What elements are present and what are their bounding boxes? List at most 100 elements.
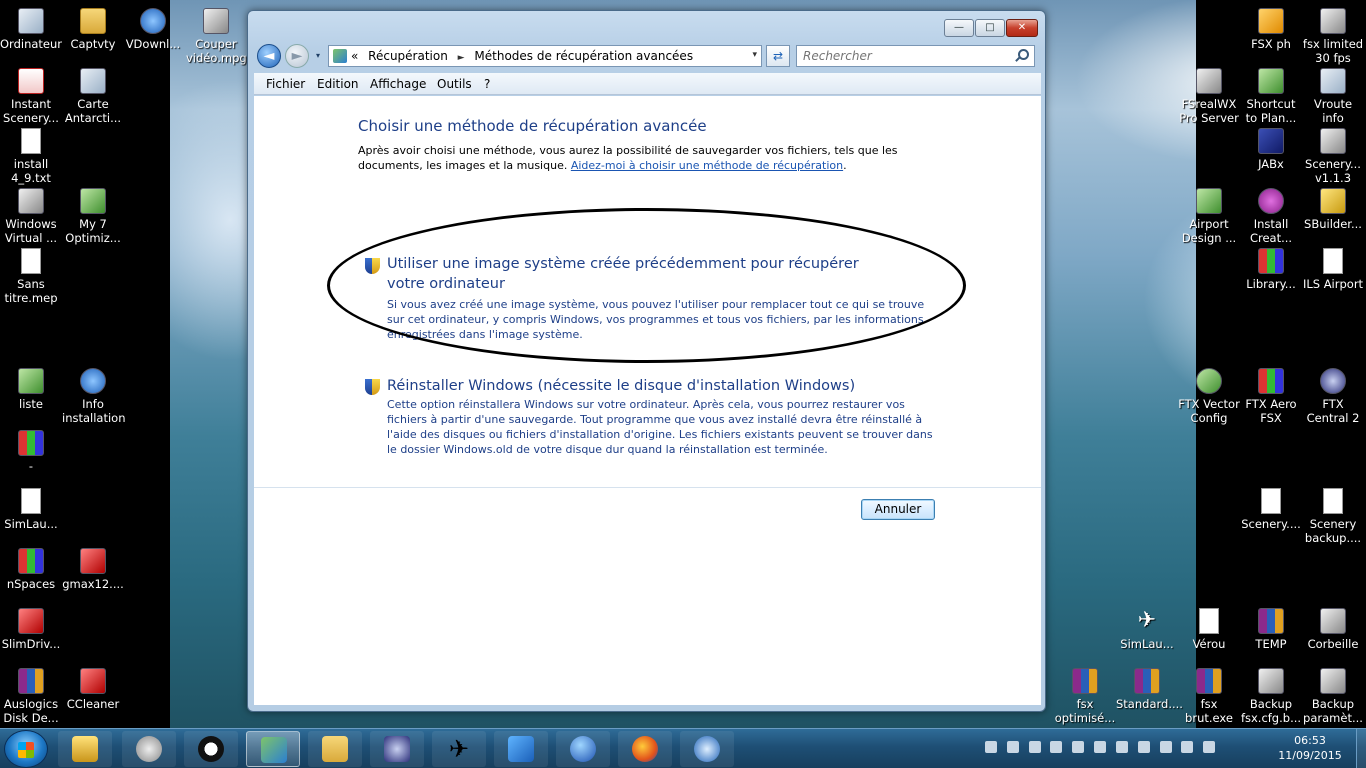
- taskbar-item-firefox[interactable]: [618, 731, 672, 767]
- menu-fichier[interactable]: Fichier: [266, 77, 305, 91]
- desktop-icon-ftx-aero[interactable]: FTX Aero FSX: [1240, 368, 1302, 425]
- address-bar[interactable]: « Récupération ► Méthodes de récupératio…: [328, 45, 762, 67]
- desktop-icon-dash[interactable]: -: [0, 430, 62, 473]
- planner-icon: [1258, 68, 1284, 94]
- desktop-icon-fsx-limited[interactable]: fsx limited 30 fps: [1302, 8, 1364, 65]
- back-button[interactable]: ◄: [257, 44, 281, 68]
- tray-media-icon[interactable]: [985, 741, 997, 753]
- menu-help[interactable]: ?: [484, 77, 490, 91]
- taskbar-item-fsx[interactable]: [494, 731, 548, 767]
- desktop-icon-ccleaner[interactable]: CCleaner: [62, 668, 124, 711]
- taskbar-item-ftx-central[interactable]: [370, 731, 424, 767]
- help-link[interactable]: Aidez-moi à choisir une méthode de récup…: [571, 159, 843, 172]
- desktop-icon-library[interactable]: Library...: [1240, 248, 1302, 291]
- taskbar-item-browser[interactable]: [680, 731, 734, 767]
- breadcrumb-methodes-avancees[interactable]: Méthodes de récupération avancées: [474, 49, 693, 63]
- desktop-icon-sbuilder[interactable]: SBuilder...: [1302, 188, 1364, 231]
- desktop-icon-jabx[interactable]: JABx: [1240, 128, 1302, 171]
- navigation-bar: ◄ ► ▾ « Récupération ► Méthodes de récup…: [254, 42, 1041, 70]
- winrar-icon: [1072, 668, 1098, 694]
- desktop-icon-vdownloader[interactable]: VDownl...: [124, 8, 182, 51]
- desktop-icon-captvty[interactable]: Captvty: [62, 8, 124, 51]
- tray-network-icon[interactable]: [1181, 741, 1194, 753]
- taskbar-item-lock[interactable]: [58, 731, 112, 767]
- breadcrumb-separator-icon[interactable]: ►: [458, 53, 465, 63]
- desktop-icon-instant-scenery[interactable]: Instant Scenery...: [0, 68, 62, 125]
- start-button[interactable]: [4, 730, 48, 768]
- taskbar-item-explorer[interactable]: [308, 731, 362, 767]
- taskbar-item-media-player[interactable]: [184, 731, 238, 767]
- breadcrumb-overflow[interactable]: «: [351, 49, 358, 63]
- taskbar-item-google-earth[interactable]: [556, 731, 610, 767]
- desktop-icon-info-installation[interactable]: Info installation: [62, 368, 126, 425]
- desktop-icon-ils-airport[interactable]: ILS Airport: [1302, 248, 1364, 291]
- winrar-icon: [1196, 668, 1222, 694]
- tray-update-icon[interactable]: [1072, 741, 1085, 753]
- tray-check-icon[interactable]: [1050, 741, 1063, 753]
- search-icon[interactable]: [1018, 49, 1029, 60]
- desktop-icon-couper-video[interactable]: Couper vidéo.mpg: [186, 8, 247, 65]
- desktop-icon-gmax[interactable]: gmax12....: [62, 548, 124, 591]
- desktop-icon-fsx-ph[interactable]: FSX ph: [1240, 8, 1302, 51]
- taskbar-clock[interactable]: 06:53 11/09/2015: [1275, 733, 1345, 763]
- refresh-button[interactable]: ⇄: [766, 45, 790, 67]
- desktop-icon-install-txt[interactable]: install 4_9.txt: [0, 128, 62, 185]
- desktop-icon-temp[interactable]: TEMP: [1240, 608, 1302, 651]
- desktop-icon-my7-optimizer[interactable]: My 7 Optimiz...: [62, 188, 124, 245]
- taskbar-item-plane[interactable]: ✈: [432, 731, 486, 767]
- desktop-icon-simlauncher[interactable]: SimLau...: [0, 488, 62, 531]
- control-panel-icon: [333, 49, 347, 63]
- tray-security-icon[interactable]: [1094, 741, 1107, 753]
- desktop-icon-scenery-backup[interactable]: Scenery backup....: [1302, 488, 1364, 545]
- desktop-icon-airport-design[interactable]: Airport Design ...: [1178, 188, 1240, 245]
- desktop-icon-scenery[interactable]: Scenery....: [1240, 488, 1302, 531]
- desktop-icon-ftx-central[interactable]: FTX Central 2: [1302, 368, 1364, 425]
- menu-outils[interactable]: Outils: [437, 77, 472, 91]
- taskbar-item-control-panel[interactable]: [246, 731, 300, 767]
- tray-device-icon[interactable]: [1159, 741, 1172, 753]
- taskbar-item-backup[interactable]: [122, 731, 176, 767]
- tray-antivirus-icon[interactable]: [1115, 741, 1128, 753]
- desktop-icon-nspaces[interactable]: nSpaces: [0, 548, 62, 591]
- desktop-icon-fsx-brut[interactable]: fsx brut.exe: [1178, 668, 1240, 725]
- menu-affichage[interactable]: Affichage: [370, 77, 426, 91]
- desktop-icon-windows-virtual[interactable]: Windows Virtual ...: [0, 188, 62, 245]
- desktop-icon-ftx-vector[interactable]: FTX Vector Config: [1178, 368, 1240, 425]
- address-dropdown-icon[interactable]: ▾: [752, 50, 757, 60]
- desktop-icon-fsrealwx[interactable]: FSrealWX Pro Server: [1178, 68, 1240, 125]
- desktop-icon-standard[interactable]: Standard....: [1116, 668, 1183, 711]
- forward-button[interactable]: ►: [285, 44, 309, 68]
- tray-disc-icon[interactable]: [1006, 741, 1019, 753]
- desktop-icon-ordinateur[interactable]: Ordinateur: [0, 8, 62, 51]
- desktop-icon-sans-titre[interactable]: Sans titre.mep: [0, 248, 62, 305]
- desktop-icon-liste[interactable]: liste: [0, 368, 62, 411]
- tray-app-icon[interactable]: [1028, 741, 1041, 753]
- desktop-icon-verou[interactable]: Vérou: [1178, 608, 1240, 651]
- minimize-button[interactable]: —: [944, 19, 974, 37]
- desktop-icon-fsx-optimise[interactable]: fsx optimisé...: [1054, 668, 1116, 725]
- desktop-icon-plan[interactable]: Shortcut to Plan...: [1240, 68, 1302, 125]
- desktop-icon-vroute[interactable]: Vroute info: [1302, 68, 1364, 125]
- breadcrumb-recuperation[interactable]: Récupération: [368, 49, 448, 63]
- desktop-icon-slimdrivers[interactable]: SlimDriv...: [0, 608, 62, 651]
- cancel-button[interactable]: Annuler: [861, 499, 935, 520]
- desktop-icon-carte-antarctique[interactable]: Carte Antarcti...: [62, 68, 124, 125]
- option-reinstall-windows-description: Cette option réinstallera Windows sur vo…: [387, 398, 933, 456]
- desktop-icon-backup-fsxcfg[interactable]: Backup fsx.cfg.b...: [1240, 668, 1302, 725]
- menu-edition[interactable]: Edition: [317, 77, 359, 91]
- maximize-button[interactable]: □: [975, 19, 1005, 37]
- recent-pages-dropdown[interactable]: ▾: [312, 50, 324, 62]
- show-desktop-button[interactable]: [1356, 729, 1366, 768]
- desktop-icon-scenery-v113[interactable]: Scenery... v1.1.3: [1302, 128, 1364, 185]
- desktop-icon-auslogics[interactable]: Auslogics Disk De...: [0, 668, 62, 725]
- desktop-icon-backup-parametres[interactable]: Backup paramèt...: [1302, 668, 1364, 725]
- option-reinstall-windows-title[interactable]: Réinstaller Windows (nécessite le disque…: [387, 376, 947, 396]
- desktop-icon-corbeille[interactable]: Corbeille: [1302, 608, 1364, 651]
- close-button[interactable]: ✕: [1006, 19, 1038, 37]
- search-input[interactable]: [796, 45, 1035, 67]
- desktop-icon-simlauncher-right[interactable]: ✈ SimLau...: [1116, 608, 1178, 651]
- tray-volume-icon[interactable]: [1203, 741, 1216, 753]
- tray-flag-icon[interactable]: [1137, 741, 1150, 753]
- desktop-icon-install-creator[interactable]: Install Creat...: [1240, 188, 1302, 245]
- option-system-image-title[interactable]: Utiliser une image système créée précéde…: [387, 254, 897, 294]
